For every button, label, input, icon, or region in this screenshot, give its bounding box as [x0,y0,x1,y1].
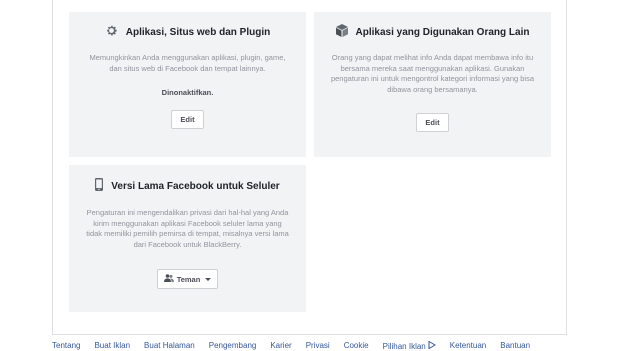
mobile-card-description: Pengaturan ini mengendalikan privasi dar… [86,208,289,249]
gear-icon [105,24,118,40]
settings-panel: Aplikasi, Situs web dan Plugin Memungkin… [52,0,567,335]
apps-edit-button[interactable]: Edit [171,110,204,129]
others-edit-button[interactable]: Edit [416,113,449,132]
mobile-card-header: Versi Lama Facebook untuk Seluler [69,178,306,194]
mobile-phone-icon [95,178,104,194]
audience-selector-button[interactable]: Teman [156,269,219,289]
ad-choices-label: Pilihan Iklan [382,341,426,351]
chevron-down-icon [205,277,212,281]
others-card-header: Aplikasi yang Digunakan Orang Lain [314,24,551,40]
apps-status: Dinonaktifkan. [161,88,214,97]
audience-label: Teman [176,274,201,284]
others-card-description: Orang yang dapat melihat info Anda dapat… [330,53,535,94]
apps-websites-plugins-card: Aplikasi, Situs web dan Plugin Memungkin… [69,12,306,157]
box-icon [335,24,348,40]
friends-icon [163,274,174,284]
mobile-card-title: Versi Lama Facebook untuk Seluler [111,180,280,192]
apps-card-description: Memungkinkan Anda menggunakan aplikasi, … [89,53,286,73]
others-card-title: Aplikasi yang Digunakan Orang Lain [355,26,530,38]
apps-others-use-card: Aplikasi yang Digunakan Orang Lain Orang… [314,12,551,157]
apps-card-title: Aplikasi, Situs web dan Plugin [125,26,271,38]
apps-card-header: Aplikasi, Situs web dan Plugin [69,24,306,40]
old-mobile-card: Versi Lama Facebook untuk Seluler Pengat… [69,165,306,312]
